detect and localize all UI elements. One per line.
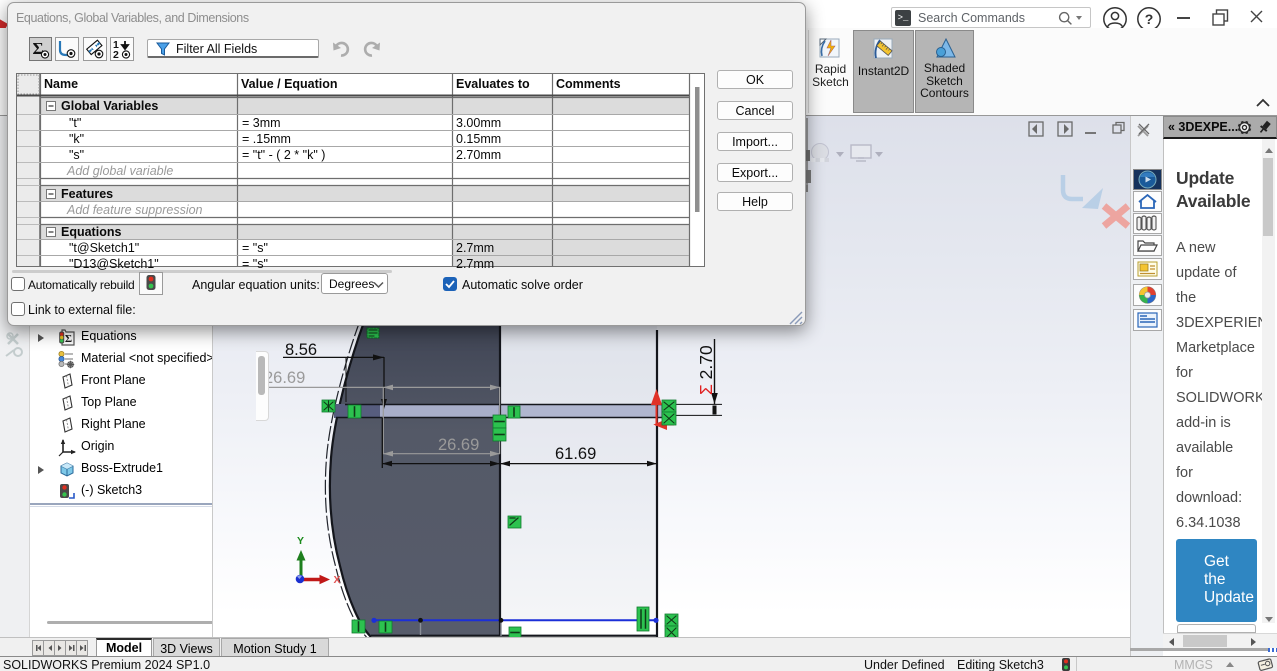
svg-text:2: 2 [113,49,119,60]
svg-text:X: X [334,574,341,586]
svg-text:61.69: 61.69 [555,445,596,463]
svg-text:26.69: 26.69 [438,436,479,454]
svg-text:Σ: Σ [65,333,72,345]
svg-text:26.69: 26.69 [264,369,305,387]
svg-text:Σ 2.70: Σ 2.70 [696,345,716,395]
svg-text:8.56: 8.56 [285,341,317,359]
svg-text:Y: Y [297,535,304,547]
